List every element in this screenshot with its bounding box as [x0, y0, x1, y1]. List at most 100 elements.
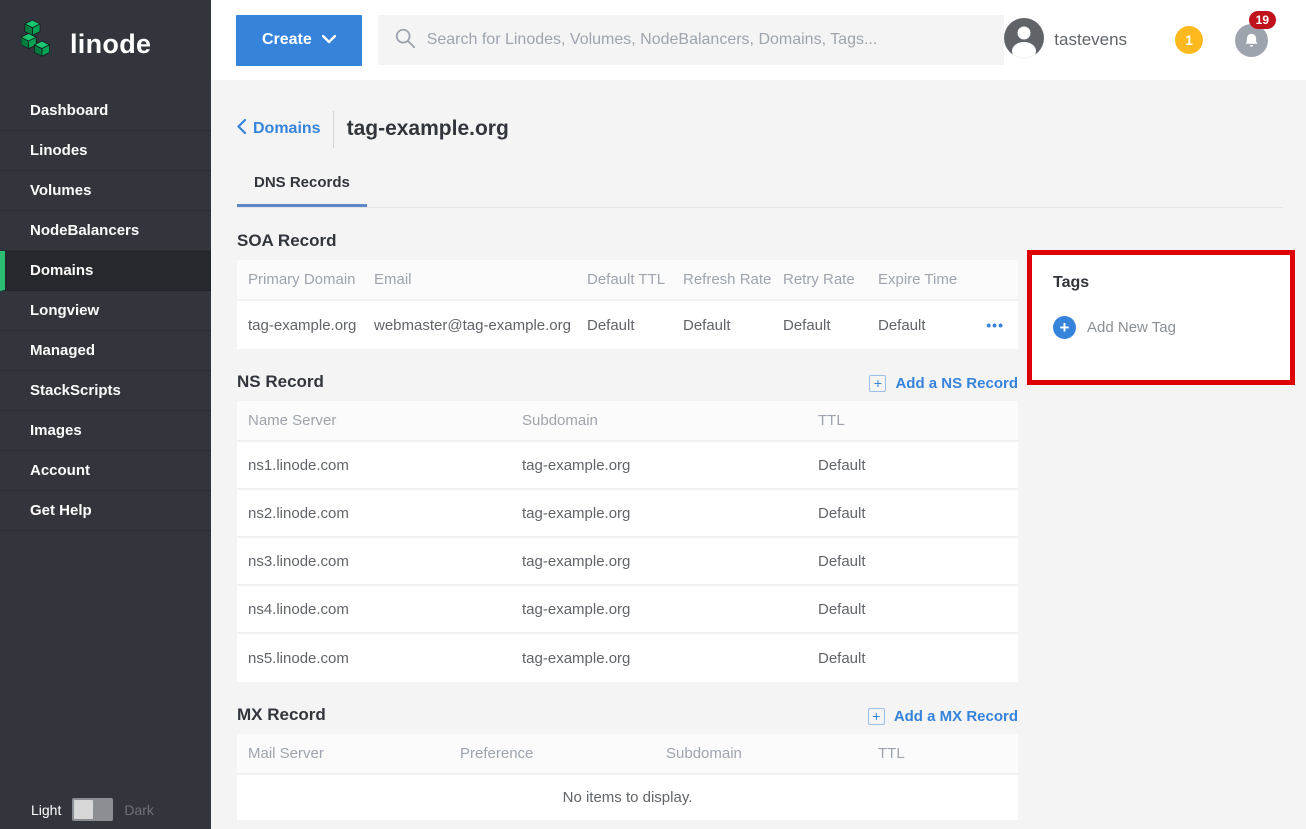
add-mx-record-label: Add a MX Record: [894, 708, 1018, 725]
sidebar-item-label: Images: [30, 422, 82, 439]
column-header: Mail Server: [248, 745, 460, 762]
add-ns-record-button[interactable]: + Add a NS Record: [869, 375, 1018, 392]
search-input[interactable]: [427, 31, 989, 49]
mx-table-header: Mail Server Preference Subdomain TTL: [237, 734, 1018, 775]
ns-table-row: ns5.linode.com tag-example.org Default: [237, 634, 1018, 682]
topbar: Create tastevens 1: [211, 0, 1306, 80]
soa-section-header: SOA Record: [237, 231, 1018, 251]
ns-ttl: Default: [818, 553, 1018, 570]
sidebar: linode Dashboard Linodes Volumes NodeBal…: [0, 0, 211, 829]
theme-dark-label: Dark: [124, 802, 154, 818]
sidebar-item-label: Linodes: [30, 142, 88, 159]
sidebar-item-managed[interactable]: Managed: [0, 331, 211, 371]
tab-dns-records[interactable]: DNS Records: [237, 174, 367, 207]
brand-name: linode: [70, 29, 151, 60]
column-header: Retry Rate: [783, 271, 878, 288]
ns-name-server: ns4.linode.com: [248, 601, 522, 618]
add-new-tag-button[interactable]: + Add New Tag: [1053, 316, 1290, 339]
soa-table-header: Primary Domain Email Default TTL Refresh…: [237, 260, 1018, 301]
ns-subdomain: tag-example.org: [522, 457, 818, 474]
ns-table-row: ns4.linode.com tag-example.org Default: [237, 586, 1018, 634]
ns-section-header: NS Record + Add a NS Record: [237, 372, 1018, 392]
ns-table-row: ns2.linode.com tag-example.org Default: [237, 490, 1018, 538]
sidebar-item-stackscripts[interactable]: StackScripts: [0, 371, 211, 411]
sidebar-item-nodebalancers[interactable]: NodeBalancers: [0, 211, 211, 251]
main-content: Domains tag-example.org DNS Records SOA …: [211, 80, 1306, 829]
ns-table: Name Server Subdomain TTL ns1.linode.com…: [237, 401, 1018, 682]
theme-toggle-knob: [74, 800, 93, 819]
breadcrumb: Domains tag-example.org: [237, 110, 1306, 148]
ns-subdomain: tag-example.org: [522, 553, 818, 570]
breadcrumb-divider: [333, 111, 334, 148]
sidebar-item-label: Domains: [30, 262, 93, 279]
add-ns-record-label: Add a NS Record: [895, 375, 1018, 392]
tags-panel-title: Tags: [1053, 274, 1290, 292]
avatar: [1004, 18, 1044, 63]
sidebar-item-account[interactable]: Account: [0, 451, 211, 491]
ns-name-server: ns3.linode.com: [248, 553, 522, 570]
tags-panel: Tags + Add New Tag: [1027, 250, 1295, 385]
mx-section-title: MX Record: [237, 705, 326, 725]
sidebar-item-volumes[interactable]: Volumes: [0, 171, 211, 211]
ns-table-row: ns3.linode.com tag-example.org Default: [237, 538, 1018, 586]
linode-cubes-icon: [21, 20, 59, 69]
soa-retry-rate: Default: [783, 317, 878, 334]
linode-logo[interactable]: linode: [0, 0, 211, 91]
events-badge[interactable]: 1: [1175, 26, 1203, 54]
breadcrumb-back-link[interactable]: Domains: [237, 119, 321, 139]
create-button-label: Create: [262, 31, 312, 49]
ns-ttl: Default: [818, 650, 1018, 667]
sidebar-item-images[interactable]: Images: [0, 411, 211, 451]
sidebar-item-label: Dashboard: [30, 102, 108, 119]
sidebar-item-longview[interactable]: Longview: [0, 291, 211, 331]
ns-name-server: ns1.linode.com: [248, 457, 522, 474]
ns-section-title: NS Record: [237, 372, 324, 392]
sidebar-item-label: NodeBalancers: [30, 222, 139, 239]
theme-toggle-switch[interactable]: [72, 798, 113, 821]
tab-bar: DNS Records: [237, 174, 1283, 208]
ns-name-server: ns5.linode.com: [248, 650, 522, 667]
global-search[interactable]: [378, 15, 1005, 65]
notifications-button[interactable]: 19: [1235, 24, 1268, 57]
soa-table: Primary Domain Email Default TTL Refresh…: [237, 260, 1018, 349]
breadcrumb-back-label: Domains: [253, 120, 321, 138]
soa-default-ttl: Default: [587, 317, 683, 334]
soa-primary-domain: tag-example.org: [248, 317, 374, 334]
soa-table-row: tag-example.org webmaster@tag-example.or…: [237, 301, 1018, 349]
user-menu[interactable]: tastevens: [1004, 18, 1127, 63]
sidebar-nav: Dashboard Linodes Volumes NodeBalancers …: [0, 91, 211, 531]
ns-subdomain: tag-example.org: [522, 601, 818, 618]
sidebar-item-label: Get Help: [30, 502, 92, 519]
mx-table: Mail Server Preference Subdomain TTL No …: [237, 734, 1018, 820]
column-header: Primary Domain: [248, 271, 374, 288]
chevron-down-icon: [322, 31, 336, 49]
column-header: Expire Time: [878, 271, 977, 288]
search-icon: [394, 27, 416, 54]
create-button[interactable]: Create: [236, 15, 362, 66]
sidebar-item-get-help[interactable]: Get Help: [0, 491, 211, 531]
sidebar-item-label: Volumes: [30, 182, 91, 199]
column-header: TTL: [878, 745, 1018, 762]
column-header: Refresh Rate: [683, 271, 783, 288]
sidebar-item-label: Longview: [30, 302, 99, 319]
theme-light-label: Light: [31, 802, 61, 818]
ns-ttl: Default: [818, 457, 1018, 474]
theme-toggle: Light Dark: [0, 798, 211, 821]
add-mx-record-button[interactable]: + Add a MX Record: [868, 708, 1018, 725]
sidebar-item-label: Managed: [30, 342, 95, 359]
ns-ttl: Default: [818, 601, 1018, 618]
sidebar-item-dashboard[interactable]: Dashboard: [0, 91, 211, 131]
mx-section-header: MX Record + Add a MX Record: [237, 705, 1018, 725]
soa-email: webmaster@tag-example.org: [374, 317, 587, 334]
ns-table-row: ns1.linode.com tag-example.org Default: [237, 442, 1018, 490]
soa-refresh-rate: Default: [683, 317, 783, 334]
soa-expire-time: Default: [878, 317, 977, 334]
sidebar-item-linodes[interactable]: Linodes: [0, 131, 211, 171]
kebab-menu-icon[interactable]: •••: [977, 317, 1018, 333]
plus-square-icon: +: [869, 375, 886, 392]
column-header: Subdomain: [666, 745, 878, 762]
events-count: 1: [1185, 32, 1193, 48]
sidebar-item-domains[interactable]: Domains: [0, 251, 211, 291]
column-header: Preference: [460, 745, 666, 762]
page-title: tag-example.org: [347, 117, 509, 141]
